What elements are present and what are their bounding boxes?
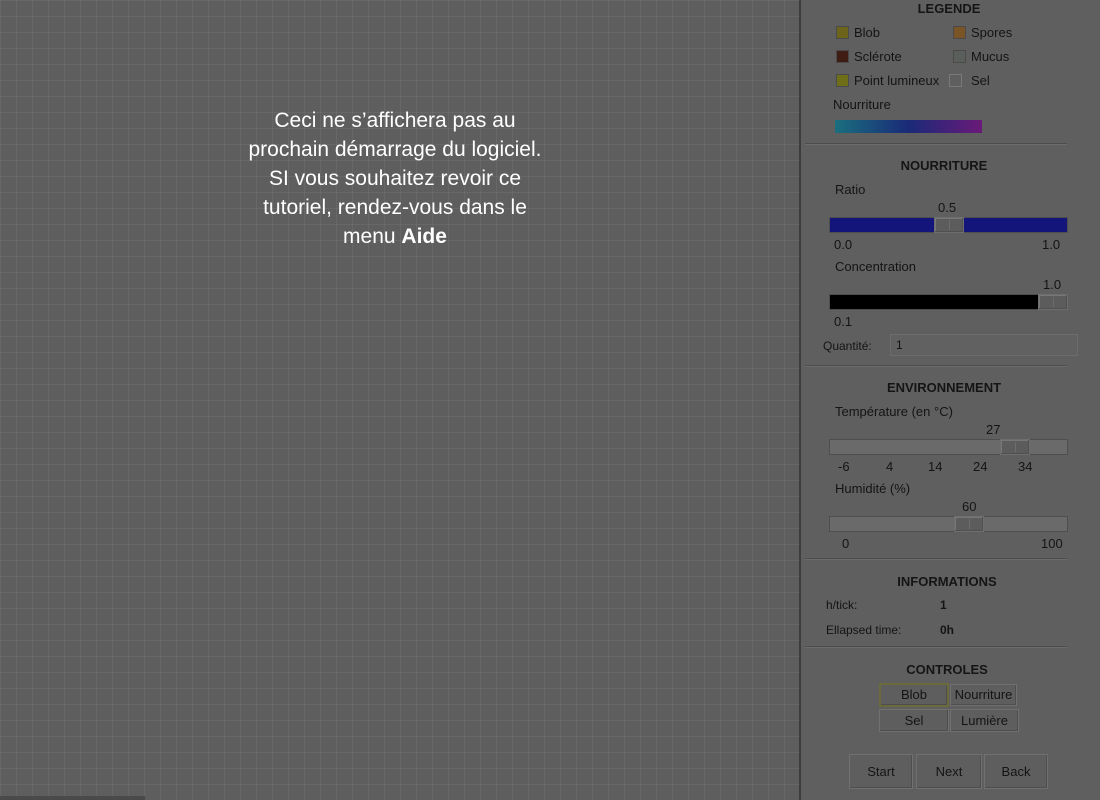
humidity-slider[interactable] [829, 516, 1068, 532]
concentration-slider-track[interactable] [829, 294, 1068, 310]
separator [805, 365, 1067, 367]
next-button[interactable]: Next [916, 754, 982, 789]
temperature-tick: 24 [973, 459, 988, 474]
h-tick-value: 1 [940, 598, 947, 612]
blob-tool-button[interactable]: Blob [879, 683, 949, 707]
legend-food-label: Nourriture [833, 97, 891, 112]
legend-label-sclerote: Sclérote [854, 49, 902, 64]
legend-label-blob: Blob [854, 25, 881, 40]
legend-label-salt: Sel [971, 73, 990, 88]
tutorial-message: Ceci ne s’affichera pas au prochain déma… [200, 106, 590, 251]
ratio-label: Ratio [835, 182, 866, 197]
separator [805, 143, 1067, 145]
concentration-slider[interactable] [829, 294, 1068, 310]
quantity-input[interactable] [890, 334, 1078, 356]
back-button[interactable]: Back [984, 754, 1048, 789]
temperature-tick: 4 [886, 459, 894, 474]
ratio-value: 0.5 [938, 200, 957, 215]
food-tool-button[interactable]: Nourriture [950, 684, 1017, 706]
humidity-min-label: 0 [842, 536, 850, 551]
humidity-slider-thumb[interactable] [954, 516, 984, 532]
separator [805, 558, 1067, 560]
control-panel: LEGENDE Blob Spores Sclérote Mucus Point… [801, 0, 1100, 800]
separator [805, 646, 1067, 648]
h-tick-label: h/tick: [826, 598, 858, 612]
food-gradient-bar [835, 120, 982, 133]
legend-swatch-sclerote [836, 50, 849, 63]
legend-swatch-blob [836, 26, 849, 39]
salt-tool-button[interactable]: Sel [879, 709, 949, 732]
temperature-tick: 14 [928, 459, 943, 474]
informations-title: INFORMATIONS [897, 574, 997, 589]
ratio-min-label: 0.0 [834, 237, 853, 252]
humidity-label: Humidité (%) [835, 481, 911, 496]
light-tool-button[interactable]: Lumière [950, 709, 1019, 732]
elapsed-time-value: 0h [940, 623, 955, 637]
temperature-tick: 34 [1018, 459, 1033, 474]
quantity-label: Quantité: [823, 339, 872, 353]
temperature-slider[interactable] [829, 439, 1068, 455]
legend-label-spores: Spores [971, 25, 1013, 40]
environment-title: ENVIRONNEMENT [886, 380, 1002, 395]
legend-label-mucus: Mucus [971, 49, 1010, 64]
temperature-tick: -6 [838, 459, 850, 474]
concentration-min-label: 0.1 [834, 314, 853, 329]
temperature-slider-track[interactable] [829, 439, 1068, 455]
legend-swatch-light-point [836, 74, 849, 87]
food-title: NOURRITURE [900, 158, 988, 173]
legend-swatch-mucus [953, 50, 966, 63]
ratio-max-label: 1.0 [1042, 237, 1061, 252]
controls-title: CONTROLES [906, 662, 988, 677]
ratio-slider-thumb[interactable] [934, 217, 964, 233]
tutorial-line-4: tutoriel, rendez-vous dans le [263, 196, 527, 219]
concentration-label: Concentration [835, 259, 916, 274]
temperature-slider-thumb[interactable] [1000, 439, 1030, 455]
start-button[interactable]: Start [849, 754, 913, 789]
humidity-slider-track[interactable] [829, 516, 1068, 532]
humidity-max-label: 100 [1041, 536, 1063, 551]
temperature-value: 27 [986, 422, 1001, 437]
ratio-slider[interactable] [829, 217, 1068, 233]
legend-swatch-salt [949, 74, 962, 87]
concentration-slider-thumb[interactable] [1038, 294, 1068, 310]
tutorial-line-5-text: menu [343, 225, 402, 248]
legend-title: LEGENDE [917, 1, 981, 16]
concentration-value: 1.0 [1043, 277, 1062, 292]
legend-swatch-spores [953, 26, 966, 39]
tutorial-line-3: SI vous souhaitez revoir ce [268, 167, 522, 190]
temperature-label: Température (en °C) [835, 404, 953, 419]
tutorial-line-2: prochain démarrage du logiciel. [248, 138, 542, 161]
tutorial-line-1: Ceci ne s’affichera pas au [274, 109, 516, 132]
elapsed-time-label: Ellapsed time: [826, 623, 902, 637]
status-strip [0, 796, 145, 800]
humidity-value: 60 [962, 499, 977, 514]
legend-label-light-point: Point lumineux [854, 73, 940, 88]
help-menu-name: Aide [401, 225, 447, 248]
tutorial-line-5: menu Aide [200, 222, 590, 251]
